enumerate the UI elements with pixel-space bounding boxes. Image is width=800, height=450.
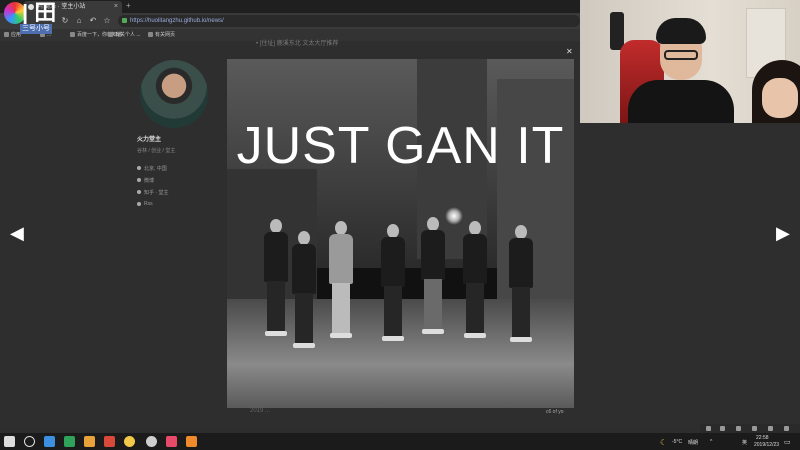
sidebar-item-zhihu[interactable]: 知乎 · 堂主: [137, 189, 168, 196]
address-bar-url: https://huolitangzhu.github.io/news/: [130, 18, 224, 24]
app-icon[interactable]: [166, 436, 177, 447]
photo-person: [507, 225, 535, 345]
windows-taskbar: ☾ -5°C 晴朗 ^ 英 22:58 2019/12/23 ▭: [0, 433, 800, 450]
undo-icon[interactable]: ↶: [88, 15, 98, 27]
sidebar-subtitle: 谷林 / 创业 / 堂主: [137, 148, 176, 154]
app-icon[interactable]: [64, 436, 75, 447]
photo-person: [419, 217, 447, 337]
tray-icon[interactable]: [706, 426, 711, 431]
edge-icon[interactable]: [44, 436, 55, 447]
weather-temp: -5°C: [672, 439, 683, 445]
photo-person: [379, 224, 407, 344]
screen: 叶琦泽 · 堂主小站 × + ↻ ⌂ ↶ ☆ https://huolitang…: [0, 0, 800, 450]
next-arrow-icon[interactable]: ▶: [776, 224, 790, 242]
prev-arrow-icon[interactable]: ◀: [10, 224, 24, 242]
stream-logo: | 田 三号小号: [4, 2, 60, 46]
bookmark-item[interactable]: 有关网页: [148, 29, 175, 41]
reload-icon[interactable]: ↻: [60, 15, 70, 27]
home-icon[interactable]: ⌂: [74, 15, 84, 27]
tray-icon[interactable]: [768, 426, 773, 431]
avatar[interactable]: [140, 60, 208, 128]
lock-icon: [122, 18, 127, 23]
page-top-text: • [住址] 鹿溪东北 文太大厅推荐: [256, 41, 339, 47]
new-tab-button[interactable]: +: [126, 0, 131, 12]
tab-close-icon[interactable]: ×: [114, 1, 118, 13]
webcam-speaker: [610, 12, 624, 50]
photo-person: [327, 221, 355, 341]
logo-text: | 田: [22, 0, 57, 25]
tray-icon[interactable]: [752, 426, 757, 431]
photo-title: JUST GAN IT: [236, 117, 565, 175]
sidebar-item-weibo[interactable]: 微博: [137, 177, 154, 184]
browser-tab-bar: 叶琦泽 · 堂主小站 × +: [0, 0, 580, 13]
tray-icon[interactable]: [720, 426, 725, 431]
sidebar-item-rss[interactable]: Rss: [137, 201, 153, 207]
clock-date[interactable]: 2019/12/23: [754, 442, 779, 448]
app-icon[interactable]: [104, 436, 115, 447]
photo-person: [262, 219, 290, 339]
app-icon[interactable]: [186, 436, 197, 447]
photo-person: [290, 231, 318, 351]
star-icon[interactable]: ☆: [102, 15, 112, 27]
address-bar[interactable]: https://huolitangzhu.github.io/news/: [118, 15, 580, 27]
clock-time[interactable]: 22:58: [756, 435, 769, 441]
app-icon[interactable]: [124, 436, 135, 447]
sidebar-item-location: 北京, 中国: [137, 165, 167, 172]
logo-stamp: 三号小号: [20, 24, 52, 34]
notification-icon[interactable]: ▭: [784, 438, 791, 446]
ime-indicator[interactable]: 英: [742, 439, 747, 446]
webcam-person: [752, 60, 800, 123]
tray-toolbar: [700, 424, 800, 433]
tray-icon[interactable]: [784, 426, 789, 431]
tray-icon[interactable]: [736, 426, 741, 431]
tray-chevron-icon[interactable]: ^: [710, 439, 712, 445]
page-background-right: [580, 123, 800, 426]
lightbox-close-icon[interactable]: ✕: [566, 47, 573, 56]
search-icon[interactable]: [24, 436, 35, 447]
lightbox-image: JUST GAN IT: [227, 59, 574, 408]
weather-text: 晴朗: [688, 440, 699, 446]
browser-toolbar: ↻ ⌂ ↶ ☆ https://huolitangzhu.github.io/n…: [0, 13, 580, 29]
photo-person: [461, 221, 489, 341]
windows-start-icon[interactable]: [4, 436, 15, 447]
bookmark-item[interactable]: 有关个人 ...: [108, 29, 141, 41]
lightbox-caption: c6 of yo: [546, 409, 564, 415]
sidebar-name: 火力堂主: [137, 137, 162, 143]
webcam-streamer: [628, 18, 734, 123]
browser-taskbar-icon[interactable]: [146, 436, 157, 447]
page-bottom-text: 2019 ...: [250, 408, 271, 414]
webcam-feed: [580, 0, 800, 123]
weather-moon-icon: ☾: [660, 438, 668, 447]
chrome-icon[interactable]: [84, 436, 95, 447]
